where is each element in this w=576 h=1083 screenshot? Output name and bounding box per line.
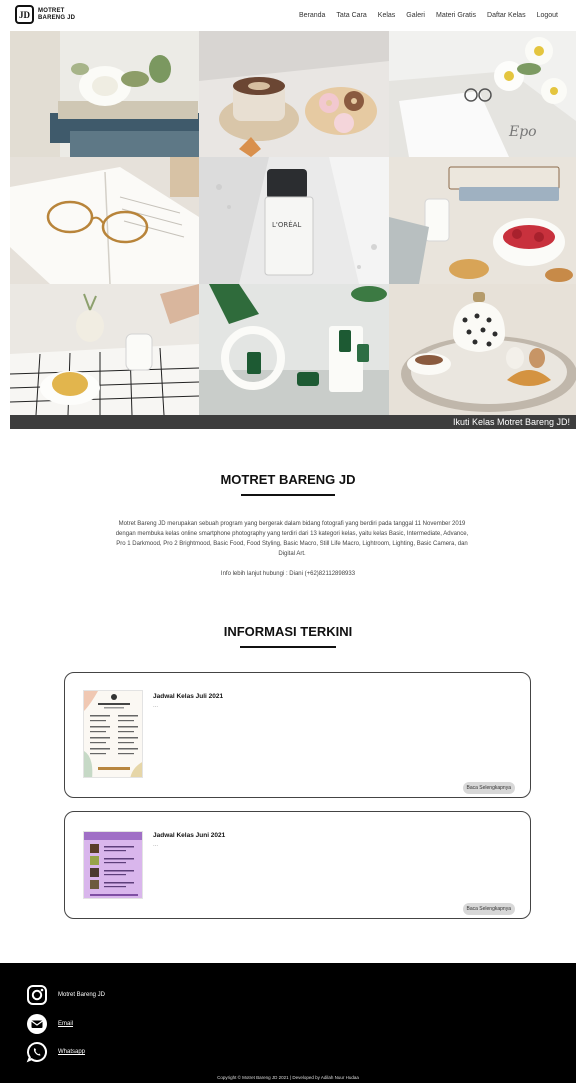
news-card-juli-2021[interactable]: Jadwal Kelas Juli 2021 ... Baca Selengka… <box>64 672 531 798</box>
email-icon <box>26 1013 48 1035</box>
hero-caption: Ikuti Kelas Motret Bareng JD! <box>452 417 570 427</box>
hero-photo-daisies-glasses: Epo <box>389 31 576 157</box>
footer-email[interactable]: Email <box>26 1013 73 1035</box>
footer-copyright: Copyright © Motret Bareng JD 2021 | Deve… <box>217 1075 359 1080</box>
whatsapp-icon <box>26 1041 48 1063</box>
nav-link-kelas[interactable]: Kelas <box>378 12 396 19</box>
footer-whatsapp-link[interactable]: Whatsapp <box>58 1049 85 1055</box>
schedule-poster-juli-thumbnail[interactable] <box>83 690 143 778</box>
footer-instagram-label: Motret Bareng JD <box>58 992 106 998</box>
nav-link-materi-gratis[interactable]: Materi Gratis <box>436 12 476 19</box>
hero-photo-milk-pudding <box>10 284 199 415</box>
brand-name-line2: BARENG JD <box>38 14 76 21</box>
footer: Motret Bareng JD Email Whatsapp Copyrigh… <box>0 963 576 1083</box>
news-card-snippet: ... <box>153 703 159 709</box>
logo-mark-icon: JD <box>15 5 34 24</box>
nav-menu: Beranda Tata Cara Kelas Galeri Materi Gr… <box>299 12 558 19</box>
nav-link-daftar-kelas[interactable]: Daftar Kelas <box>487 12 526 19</box>
news-card-snippet: ... <box>153 842 159 848</box>
hero-photo-loreal-bottle: L'ORÉAL <box>199 157 389 284</box>
brand-logo[interactable]: JD MOTRET BARENG JD <box>15 5 75 24</box>
nav-link-tata-cara[interactable]: Tata Cara <box>336 12 366 19</box>
footer-instagram[interactable]: Motret Bareng JD <box>26 984 105 1006</box>
nav-link-galeri[interactable]: Galeri <box>406 12 425 19</box>
hero-photo-grid: Epo L'ORÉAL Ikuti Kelas Motret Bareng JD… <box>10 31 576 429</box>
svg-text:Epo: Epo <box>508 124 537 140</box>
navbar: JD MOTRET BARENG JD Beranda Tata Cara Ke… <box>0 0 576 32</box>
news-card-title[interactable]: Jadwal Kelas Juni 2021 <box>153 832 225 839</box>
hero-photo-breakfast-strawberries <box>389 157 576 284</box>
about-description: Motret Bareng JD merupakan sebuah progra… <box>115 521 469 557</box>
nav-link-logout[interactable]: Logout <box>537 12 558 19</box>
footer-whatsapp[interactable]: Whatsapp <box>26 1041 85 1063</box>
news-title: INFORMASI TERKINI <box>223 624 353 639</box>
news-title-rule <box>240 646 336 648</box>
hero-photo-flower-book <box>10 31 199 157</box>
about-contact: Info lebih lanjut hubungi : Diani (+62)8… <box>220 571 356 577</box>
svg-text:L'ORÉAL: L'ORÉAL <box>272 220 301 229</box>
nav-link-beranda[interactable]: Beranda <box>299 12 325 19</box>
news-card-juni-2021[interactable]: Jadwal Kelas Juni 2021 ... Baca Selengka… <box>64 811 531 919</box>
hero-caption-bar: Ikuti Kelas Motret Bareng JD! <box>10 415 576 429</box>
schedule-poster-juni-thumbnail[interactable] <box>83 831 143 899</box>
hero-photo-open-book-glasses <box>10 157 199 284</box>
hero-photo-green-skincare <box>199 284 389 415</box>
instagram-icon <box>26 984 48 1006</box>
about-title: MOTRET BARENG JD <box>220 472 356 487</box>
read-more-button[interactable]: Baca Selengkapnya <box>462 903 515 915</box>
brand-name-line1: MOTRET <box>38 7 65 14</box>
hero-photo-coffee-donuts <box>199 31 389 157</box>
footer-email-link[interactable]: Email <box>58 1021 73 1027</box>
hero-photo-teapot-croissant <box>389 284 576 415</box>
about-title-rule <box>241 494 335 496</box>
read-more-button[interactable]: Baca Selengkapnya <box>462 782 515 794</box>
brand-name: MOTRET BARENG JD <box>38 8 75 22</box>
news-card-title[interactable]: Jadwal Kelas Juli 2021 <box>153 693 223 700</box>
